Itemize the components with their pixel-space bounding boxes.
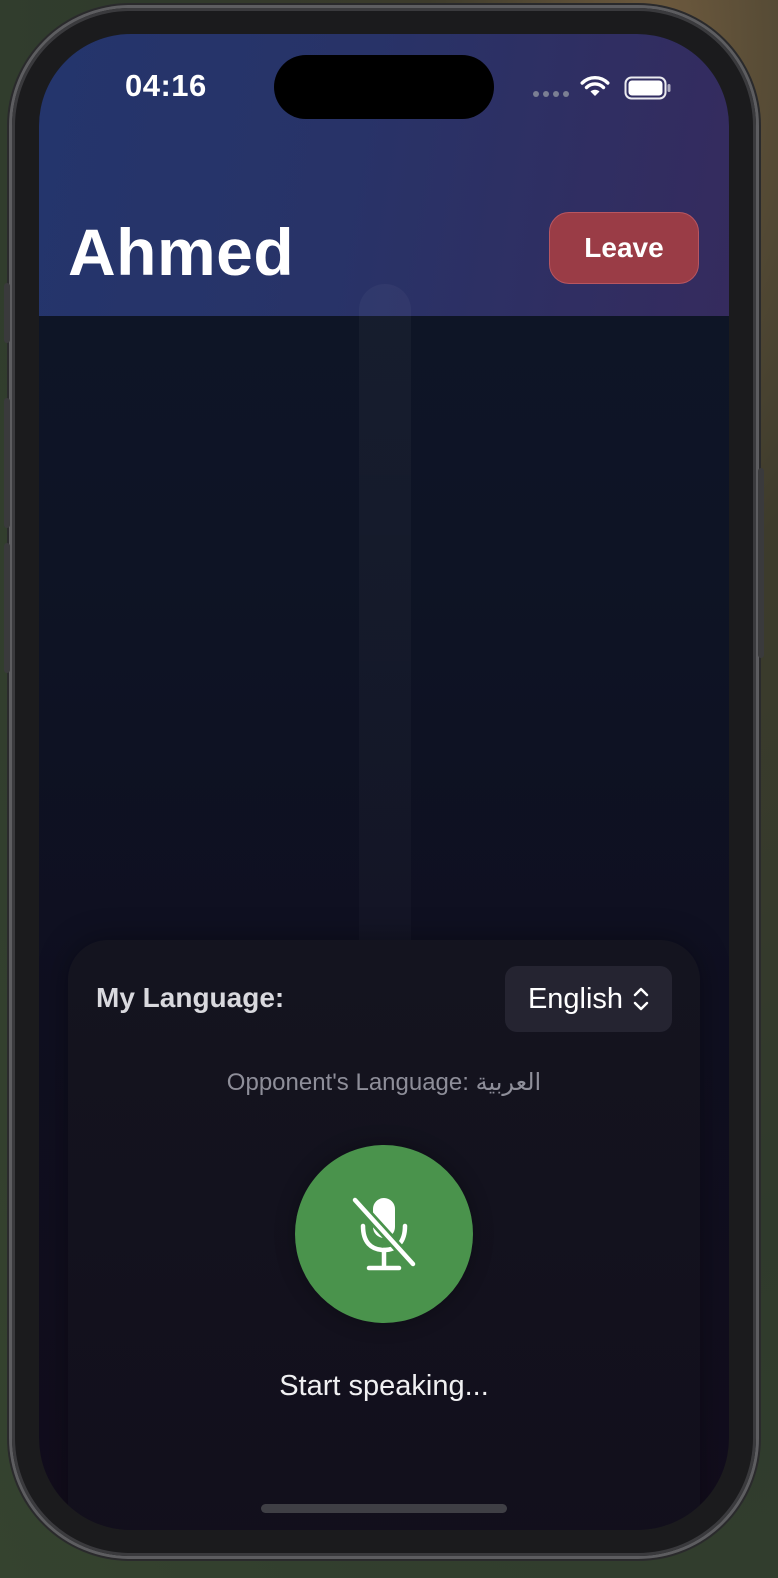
my-language-select[interactable]: English [505,966,672,1032]
leave-button[interactable]: Leave [549,212,699,284]
my-language-value: English [527,982,624,1015]
battery-icon [624,76,671,100]
dynamic-island [274,55,494,119]
mic-toggle-button[interactable] [295,1145,473,1323]
power-button [758,468,764,658]
my-language-label: My Language: [96,982,285,1013]
opponent-language-text: Opponent's Language: العربية [226,1069,542,1096]
speaking-status: Start speaking... [279,1370,489,1402]
app-screen: 04:16 Ahmed Leave My Language: English O… [39,34,729,1530]
status-time: 04:16 [125,68,207,103]
chevron-up-down-icon [633,987,649,1011]
header: 04:16 Ahmed Leave [39,34,729,316]
action-button [4,283,10,343]
language-panel: My Language: English Opponent's Language… [68,940,700,1530]
page-title: Ahmed [68,215,295,289]
volume-down-button [4,543,10,673]
cellular-signal-icon [533,91,569,97]
volume-up-button [4,398,10,528]
wifi-icon [580,76,610,96]
home-indicator[interactable] [261,1504,507,1513]
microphone-slash-icon [350,1195,418,1271]
